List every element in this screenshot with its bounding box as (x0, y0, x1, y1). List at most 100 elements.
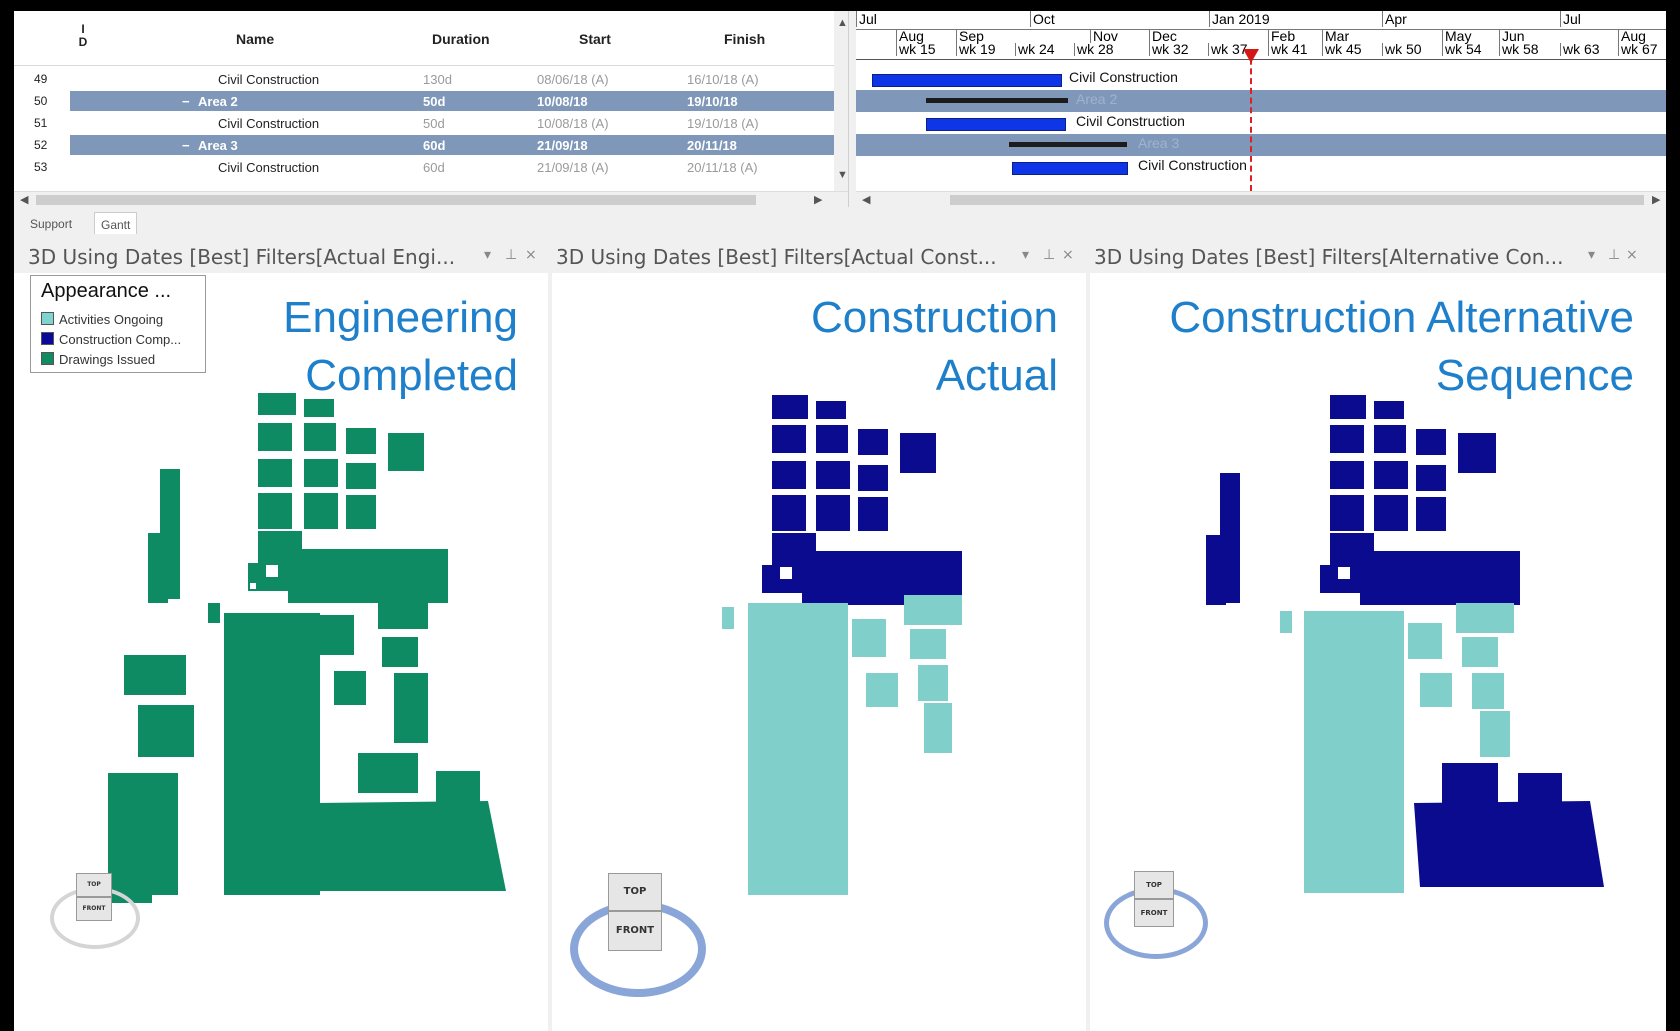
row-duration: 130d (423, 72, 452, 87)
row-name: Civil Construction (218, 72, 320, 87)
collapse-icon[interactable]: − (182, 94, 190, 109)
view-title[interactable]: 3D Using Dates [Best] Filters[Actual Eng… (28, 245, 455, 269)
column-header-name[interactable]: Name (236, 31, 274, 47)
row-finish: 19/10/18 (A) (687, 116, 759, 131)
gantt-bar[interactable] (926, 118, 1066, 131)
close-icon[interactable]: × (1062, 247, 1074, 263)
scroll-left-icon[interactable]: ◀ (20, 193, 28, 206)
completed-structure (1206, 395, 1604, 887)
table-row[interactable]: 51 Civil Construction 50d 10/08/18 (A) 1… (14, 112, 834, 134)
timeline-month: Jul (1560, 11, 1581, 27)
navigation-cube[interactable]: TOP FRONT (1104, 871, 1214, 961)
row-finish: 20/11/18 (687, 138, 737, 153)
bar-label: Area 3 (1138, 135, 1180, 151)
gantt-row: Civil Construction (856, 156, 1666, 178)
timeline-week: wk 45 (1322, 42, 1362, 56)
today-line (1250, 49, 1252, 191)
row-duration: 50d (423, 94, 446, 109)
timeline-week: wk 58 (1499, 42, 1539, 56)
table-row-summary[interactable]: 52 − Area 3 60d 21/09/18 20/11/18 (14, 134, 834, 156)
scrollbar-thumb[interactable] (36, 195, 756, 205)
gantt-row: Civil Construction (856, 68, 1666, 90)
bar-label: Area 2 (1076, 91, 1118, 107)
ongoing-structure (722, 595, 962, 895)
table-horizontal-scrollbar[interactable]: ◀ ▶ (14, 191, 848, 208)
row-name: Area 3 (198, 138, 238, 153)
building-model (98, 393, 506, 903)
view-title[interactable]: 3D Using Dates [Best] Filters[Alternativ… (1094, 245, 1563, 269)
row-finish: 20/11/18 (A) (687, 160, 758, 175)
pin-icon[interactable]: ⊥ (1608, 247, 1620, 263)
scroll-up-icon[interactable]: ▲ (837, 17, 848, 29)
timeline-month: Apr (1382, 11, 1407, 27)
gantt-chart-panel: Jul Oct Jan 2019 Apr Jul Aug Sep Nov Dec… (856, 11, 1666, 208)
row-start: 10/08/18 (A) (537, 116, 609, 131)
row-name: Civil Construction (218, 160, 320, 175)
summary-bar[interactable] (1009, 142, 1127, 147)
column-header-finish[interactable]: Finish (724, 31, 765, 47)
viewport-3d[interactable]: Construction Alternative Sequence TOP FR… (1090, 273, 1650, 1031)
viewport-3d[interactable]: Construction Actual TOP FRONT (552, 273, 1082, 1031)
tab-gantt[interactable]: Gantt (94, 212, 138, 234)
scroll-right-icon[interactable]: ▶ (814, 193, 822, 206)
timeline-week: wk 67 (1618, 42, 1658, 56)
dropdown-icon[interactable]: ▾ (484, 247, 491, 263)
column-header-id[interactable]: I D (78, 23, 88, 49)
navigation-cube[interactable]: TOP FRONT (50, 873, 140, 953)
chart-horizontal-scrollbar[interactable]: ◀ ▶ (856, 191, 1666, 208)
navcube-front[interactable]: FRONT (1134, 899, 1174, 927)
gantt-bar[interactable] (872, 74, 1062, 87)
navigation-cube[interactable]: TOP FRONT (570, 873, 710, 997)
table-row-summary[interactable]: 50 − Area 2 50d 10/08/18 19/10/18 (14, 90, 834, 112)
timeline-weeks: Aug Sep Nov Dec Feb Mar May Jun Aug wk 1… (856, 29, 1666, 60)
column-header-duration[interactable]: Duration (432, 31, 490, 47)
close-icon[interactable]: × (525, 247, 537, 263)
navcube-top[interactable]: TOP (608, 873, 662, 911)
gantt-row-summary: Area 2 (856, 90, 1666, 112)
close-icon[interactable]: × (1626, 247, 1638, 263)
pin-icon[interactable]: ⊥ (1043, 247, 1055, 263)
row-duration: 60d (423, 160, 445, 175)
row-duration: 60d (423, 138, 446, 153)
table-vertical-scrollbar[interactable]: ▲ ▼ (834, 11, 848, 191)
bar-label: Civil Construction (1138, 157, 1247, 173)
dropdown-icon[interactable]: ▾ (1022, 247, 1029, 263)
timeline-week: wk 54 (1442, 42, 1482, 56)
bar-label: Civil Construction (1069, 69, 1178, 85)
row-finish: 19/10/18 (687, 94, 738, 109)
viewport-3d[interactable]: Engineering Completed Appearance ... Act… (28, 273, 542, 1031)
row-name: Civil Construction (218, 116, 320, 131)
row-start: 08/06/18 (A) (537, 72, 609, 87)
view-title[interactable]: 3D Using Dates [Best] Filters[Actual Con… (556, 245, 997, 269)
timeline-week: wk 37 (1208, 42, 1248, 56)
scrollbar-thumb[interactable] (950, 195, 1644, 205)
table-row[interactable]: 53 Civil Construction 60d 21/09/18 (A) 2… (14, 156, 834, 178)
view-engineering: 3D Using Dates [Best] Filters[Actual Eng… (14, 241, 548, 1031)
pin-icon[interactable]: ⊥ (505, 247, 517, 263)
collapse-icon[interactable]: − (182, 138, 190, 153)
gantt-row-summary: Area 3 (856, 134, 1666, 156)
navcube-front[interactable]: FRONT (608, 911, 662, 951)
today-marker-icon (1243, 49, 1259, 63)
dropdown-icon[interactable]: ▾ (1588, 247, 1595, 263)
timeline-month: Oct (1030, 11, 1055, 27)
timeline-month: Jan 2019 (1209, 11, 1270, 27)
gantt-bar[interactable] (1012, 162, 1128, 175)
navcube-top[interactable]: TOP (76, 873, 112, 897)
table-row[interactable]: 49 Civil Construction 130d 08/06/18 (A) … (14, 68, 834, 90)
navcube-front[interactable]: FRONT (76, 897, 112, 921)
row-name: Area 2 (198, 94, 238, 109)
row-id: 49 (34, 72, 48, 86)
scroll-right-icon[interactable]: ▶ (1652, 193, 1660, 206)
timeline-week: wk 63 (1560, 42, 1600, 56)
navcube-top[interactable]: TOP (1134, 871, 1174, 899)
scroll-left-icon[interactable]: ◀ (862, 193, 870, 206)
model-openings (1338, 567, 1350, 579)
row-start: 21/09/18 (537, 138, 588, 153)
tab-support[interactable]: Support (24, 212, 78, 234)
gantt-table-header: I D Name Duration Start Finish (14, 11, 834, 66)
summary-bar[interactable] (926, 98, 1068, 103)
column-header-start[interactable]: Start (579, 31, 611, 47)
view-header: 3D Using Dates [Best] Filters[Alternativ… (1090, 241, 1666, 273)
scroll-down-icon[interactable]: ▼ (837, 169, 848, 181)
